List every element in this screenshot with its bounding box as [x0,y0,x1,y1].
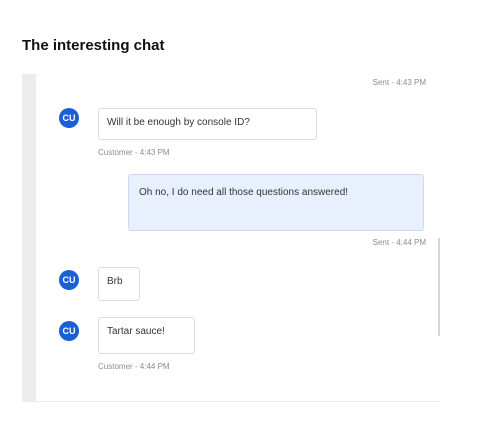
chat-scrollbar[interactable] [438,238,440,336]
customer-avatar: CU [59,270,79,290]
customer-message: Tartar sauce! [98,317,195,354]
chat-panel: Sent - 4:43 PM CU Will it be enough by c… [22,74,440,402]
message-meta: Customer - 4:44 PM [98,362,170,371]
message-meta: Sent - 4:44 PM [372,238,426,247]
message-text: Tartar sauce! [107,326,165,337]
message-meta: Sent - 4:43 PM [372,78,426,87]
message-meta: Customer - 4:43 PM [98,148,170,157]
message-text: Will it be enough by console ID? [107,117,250,128]
message-text: Oh no, I do need all those questions ans… [139,187,349,198]
message-text: Brb [107,276,123,287]
customer-avatar: CU [59,321,79,341]
customer-message: Will it be enough by console ID? [98,108,317,140]
page-title: The interesting chat [22,37,165,54]
agent-message: Oh no, I do need all those questions ans… [128,174,424,231]
customer-message: Brb [98,267,140,301]
customer-avatar: CU [59,108,79,128]
